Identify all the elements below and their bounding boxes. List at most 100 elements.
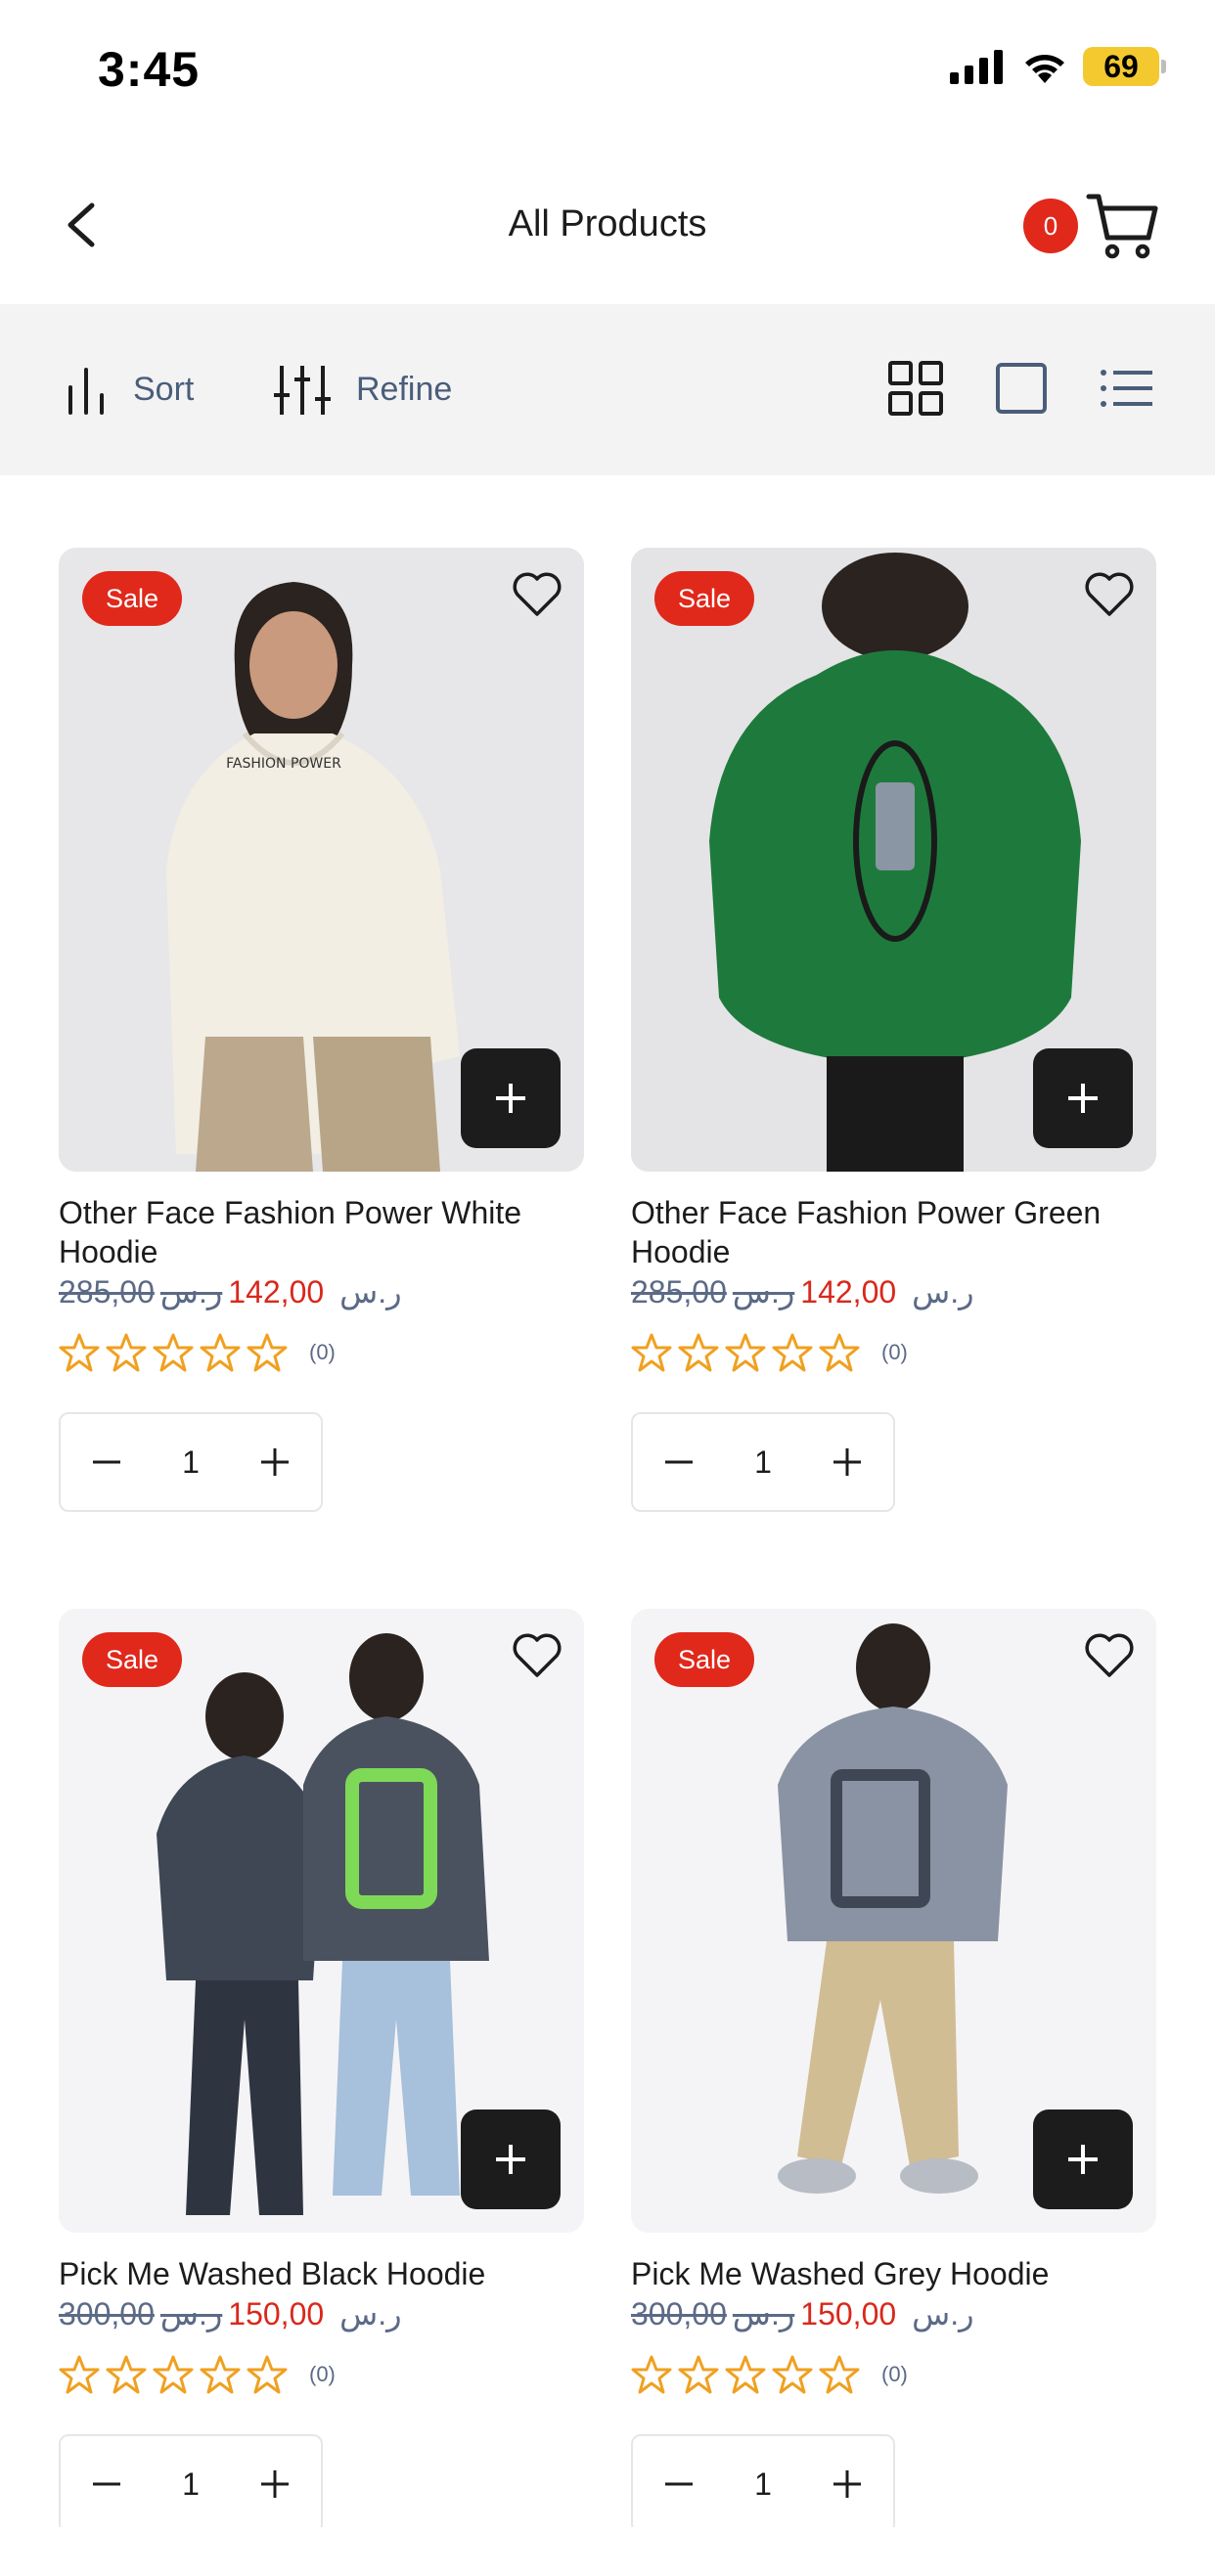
quantity-stepper: 1 bbox=[631, 1412, 895, 1512]
heart-icon[interactable] bbox=[1084, 571, 1135, 618]
product-name[interactable]: Pick Me Washed Grey Hoodie bbox=[631, 2254, 1156, 2293]
plus-icon[interactable] bbox=[831, 1445, 864, 1479]
add-to-cart-button[interactable] bbox=[461, 1048, 561, 1148]
old-currency: ر.س bbox=[732, 1274, 795, 1310]
product-card[interactable]: Sale Pick Me Washed Grey Hoodie 300,00 ر… bbox=[631, 1609, 1156, 2534]
old-price: 300,00 bbox=[59, 2296, 155, 2332]
plus-icon[interactable] bbox=[258, 2467, 292, 2501]
signal-icon bbox=[950, 50, 1003, 84]
status-bar: 3:45 69 bbox=[0, 0, 1215, 147]
sale-price: 142,00 bbox=[228, 1274, 325, 1310]
star-icon bbox=[725, 1333, 766, 1372]
sale-price: 150,00 bbox=[228, 2296, 325, 2332]
minus-icon[interactable] bbox=[662, 1445, 696, 1479]
rating-count: (0) bbox=[881, 2362, 908, 2386]
battery-level: 69 bbox=[1083, 47, 1159, 86]
sort-button[interactable]: Sort bbox=[65, 304, 194, 475]
wifi-icon bbox=[1025, 55, 1064, 83]
star-icon bbox=[153, 1333, 194, 1372]
rating-stars: (0) bbox=[631, 1332, 1156, 1373]
star-icon bbox=[247, 1333, 288, 1372]
single-view-icon[interactable] bbox=[992, 359, 1051, 418]
star-icon bbox=[678, 2355, 719, 2394]
product-card[interactable]: FASHION POWER Sale Other Face Fashion Po… bbox=[59, 548, 584, 1512]
old-currency: ر.س bbox=[159, 2296, 223, 2332]
star-icon bbox=[106, 1333, 147, 1372]
price-row: 300,00 ر.س 150,00 ر.س bbox=[59, 2295, 584, 2332]
rating-count: (0) bbox=[309, 1340, 336, 1364]
old-price: 285,00 bbox=[59, 1274, 155, 1310]
star-icon bbox=[772, 2355, 813, 2394]
star-icon bbox=[200, 2355, 241, 2394]
price-row: 285,00 ر.س 142,00 ر.س bbox=[631, 1273, 1156, 1310]
filter-sliders-icon bbox=[274, 365, 331, 415]
cart-button[interactable]: 0 bbox=[1023, 191, 1160, 269]
star-icon bbox=[725, 2355, 766, 2394]
rating-stars: (0) bbox=[59, 1332, 584, 1373]
product-image[interactable]: FASHION POWER Sale bbox=[59, 548, 584, 1172]
rating-stars: (0) bbox=[59, 2354, 584, 2395]
star-icon bbox=[819, 1333, 860, 1372]
quantity-value: 1 bbox=[182, 1443, 200, 1480]
quantity-value: 1 bbox=[754, 1443, 772, 1480]
list-view-icon[interactable] bbox=[1098, 359, 1156, 418]
product-name[interactable]: Pick Me Washed Black Hoodie bbox=[59, 2254, 584, 2293]
header: All Products 0 bbox=[0, 147, 1215, 303]
plus-icon bbox=[1068, 1084, 1098, 1113]
sort-icon bbox=[68, 367, 104, 415]
old-price: 300,00 bbox=[631, 2296, 727, 2332]
rating-count: (0) bbox=[881, 1340, 908, 1364]
currency: ر.س bbox=[912, 2296, 974, 2332]
star-icon bbox=[153, 2355, 194, 2394]
star-icon bbox=[772, 1333, 813, 1372]
minus-icon[interactable] bbox=[90, 2467, 123, 2501]
plus-icon bbox=[496, 2145, 525, 2174]
product-name[interactable]: Other Face Fashion Power Green Hoodie bbox=[631, 1193, 1156, 1271]
sort-label: Sort bbox=[133, 371, 195, 408]
quantity-stepper: 1 bbox=[59, 2434, 323, 2534]
plus-icon bbox=[1068, 2145, 1098, 2174]
product-card[interactable]: Sale Other Face Fashion Power Green Hood… bbox=[631, 548, 1156, 1512]
star-icon bbox=[59, 1333, 100, 1372]
product-image[interactable]: Sale bbox=[59, 1609, 584, 2233]
grid-view-icon[interactable] bbox=[886, 359, 945, 418]
heart-icon[interactable] bbox=[512, 571, 562, 618]
refine-button[interactable]: Refine bbox=[274, 304, 452, 475]
currency: ر.س bbox=[912, 1274, 974, 1310]
bottom-edge bbox=[0, 2527, 1215, 2576]
rating-count: (0) bbox=[309, 2362, 336, 2386]
star-icon bbox=[200, 1333, 241, 1372]
plus-icon[interactable] bbox=[831, 2467, 864, 2501]
currency: ر.س bbox=[339, 2296, 402, 2332]
old-price: 285,00 bbox=[631, 1274, 727, 1310]
star-icon bbox=[631, 1333, 672, 1372]
battery-icon: 69 bbox=[1083, 47, 1166, 86]
quantity-value: 1 bbox=[754, 2465, 772, 2502]
cart-icon bbox=[1086, 194, 1158, 259]
product-card[interactable]: Sale Pick Me Washed Black Hoodie 300,00 … bbox=[59, 1609, 584, 2534]
minus-icon[interactable] bbox=[662, 2467, 696, 2501]
rating-stars: (0) bbox=[631, 2354, 1156, 2395]
heart-icon[interactable] bbox=[1084, 1632, 1135, 1679]
price-row: 285,00 ر.س 142,00 ر.س bbox=[59, 1273, 584, 1310]
product-image[interactable]: Sale bbox=[631, 548, 1156, 1172]
product-name[interactable]: Other Face Fashion Power White Hoodie bbox=[59, 1193, 584, 1271]
plus-icon[interactable] bbox=[258, 1445, 292, 1479]
quantity-value: 1 bbox=[182, 2465, 200, 2502]
sale-badge: Sale bbox=[82, 571, 183, 626]
sale-price: 150,00 bbox=[800, 2296, 897, 2332]
product-image[interactable]: Sale bbox=[631, 1609, 1156, 2233]
heart-icon[interactable] bbox=[512, 1632, 562, 1679]
status-icons: 69 bbox=[950, 47, 1166, 86]
minus-icon[interactable] bbox=[90, 1445, 123, 1479]
old-currency: ر.س bbox=[732, 2296, 795, 2332]
sale-price: 142,00 bbox=[800, 1274, 897, 1310]
add-to-cart-button[interactable] bbox=[1033, 1048, 1133, 1148]
svg-text:FASHION POWER: FASHION POWER bbox=[226, 756, 341, 772]
refine-label: Refine bbox=[356, 371, 453, 408]
cart-count-badge: 0 bbox=[1023, 199, 1078, 253]
sale-badge: Sale bbox=[654, 571, 755, 626]
add-to-cart-button[interactable] bbox=[1033, 2110, 1133, 2209]
add-to-cart-button[interactable] bbox=[461, 2110, 561, 2209]
status-time: 3:45 bbox=[98, 42, 201, 97]
